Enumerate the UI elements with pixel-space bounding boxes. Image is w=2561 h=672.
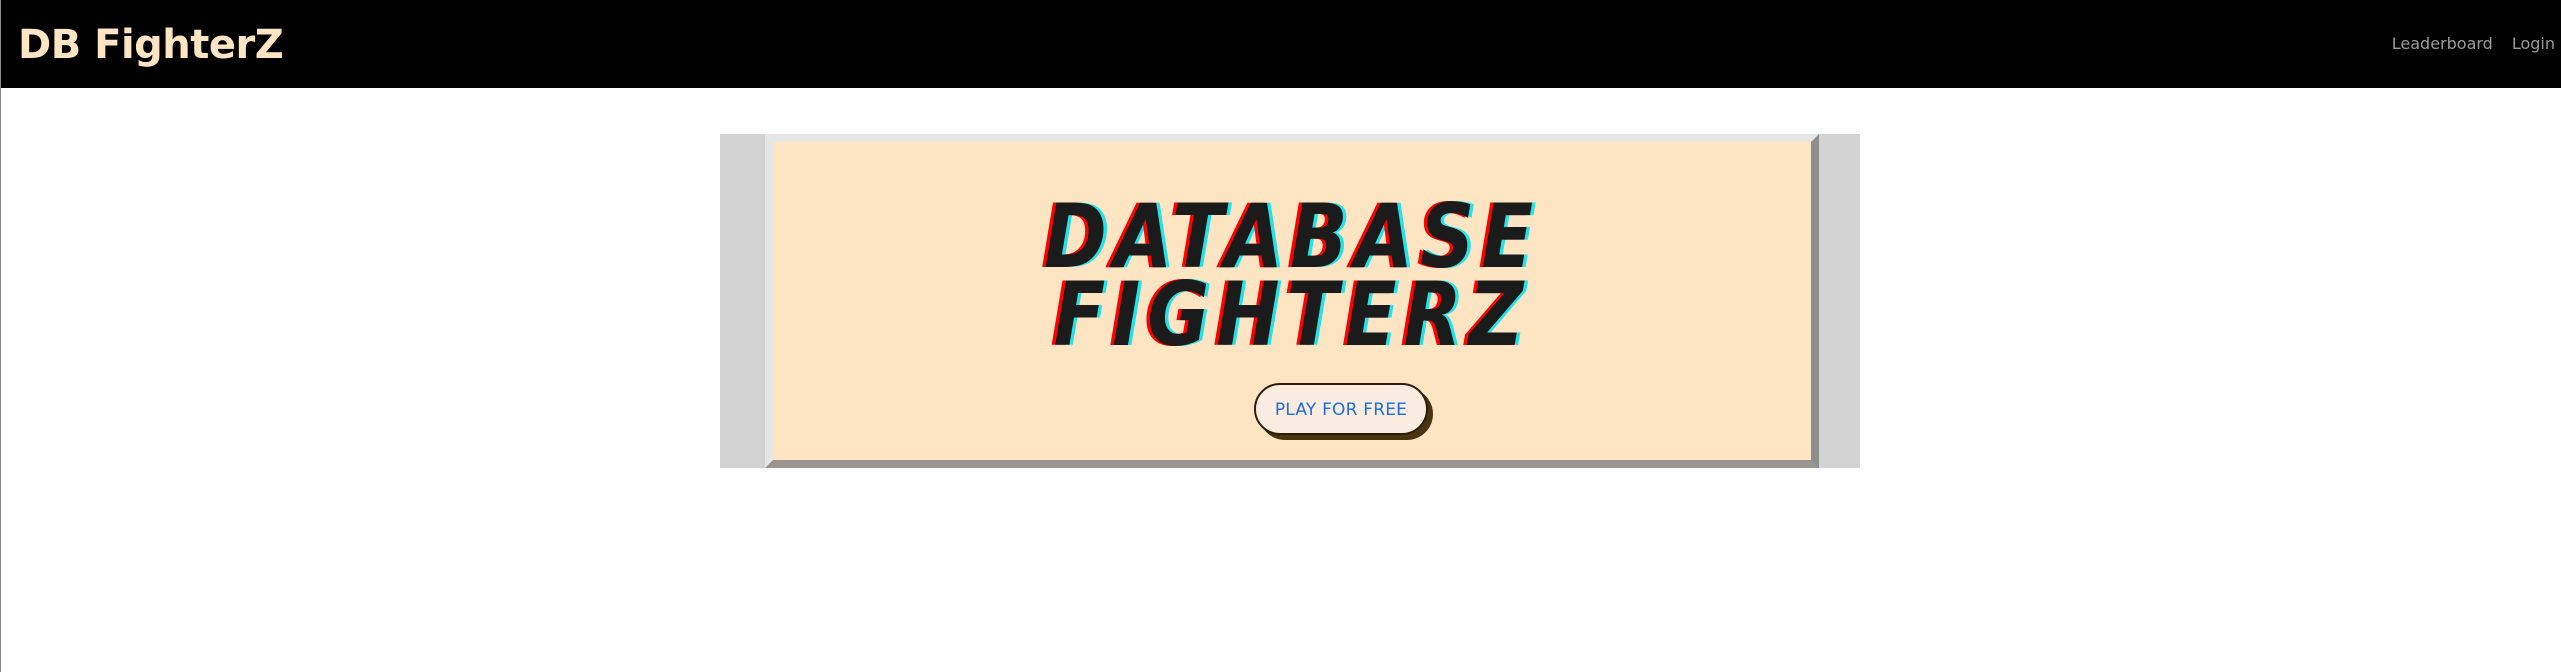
page: DB FighterZ Leaderboard Login DATABASE F… — [0, 0, 2561, 672]
top-navbar: DB FighterZ Leaderboard Login — [1, 0, 2561, 88]
nav-link-leaderboard[interactable]: Leaderboard — [2392, 32, 2493, 56]
hero-title-line-2: FIGHTERZ — [1053, 263, 1531, 366]
play-for-free-button[interactable]: PLAY FOR FREE — [1254, 383, 1428, 435]
hero-title: DATABASE FIGHTERZ — [846, 193, 1739, 366]
nav-link-login[interactable]: Login — [2512, 32, 2555, 56]
nav-links: Leaderboard Login — [2392, 32, 2555, 56]
brand-logo-link[interactable]: DB FighterZ — [18, 17, 284, 73]
hero-banner: DATABASE FIGHTERZ PLAY FOR FREE — [720, 134, 1860, 468]
hero-panel: DATABASE FIGHTERZ PLAY FOR FREE — [765, 134, 1819, 468]
